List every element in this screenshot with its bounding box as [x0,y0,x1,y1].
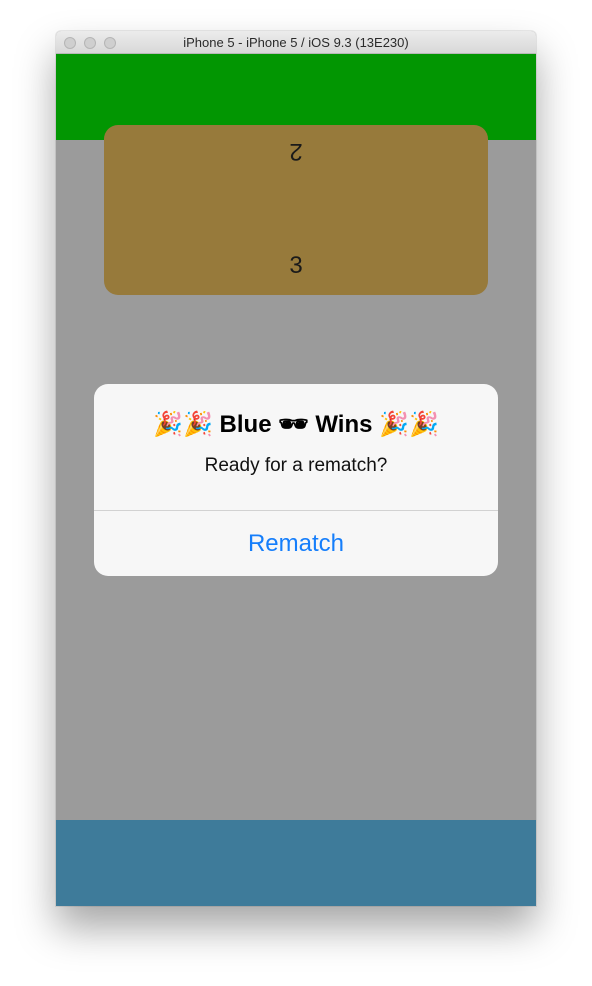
title-bar: iPhone 5 - iPhone 5 / iOS 9.3 (13E230) [56,31,536,54]
alert-dialog: 🎉🎉 Blue 🕶 Wins 🎉🎉 Ready for a rematch? R… [94,384,498,576]
rematch-button[interactable]: Rematch [94,511,498,576]
simulator-window: iPhone 5 - iPhone 5 / iOS 9.3 (13E230) 2… [56,31,536,906]
window-title: iPhone 5 - iPhone 5 / iOS 9.3 (13E230) [183,35,409,50]
alert-message: Ready for a rematch? [204,455,388,476]
alert-title: 🎉🎉 Blue 🕶 Wins 🎉🎉 [153,411,439,438]
device-screen: 2 3 🎉🎉 Blue 🕶 Wins 🎉🎉 Ready for a rematc… [56,54,536,906]
